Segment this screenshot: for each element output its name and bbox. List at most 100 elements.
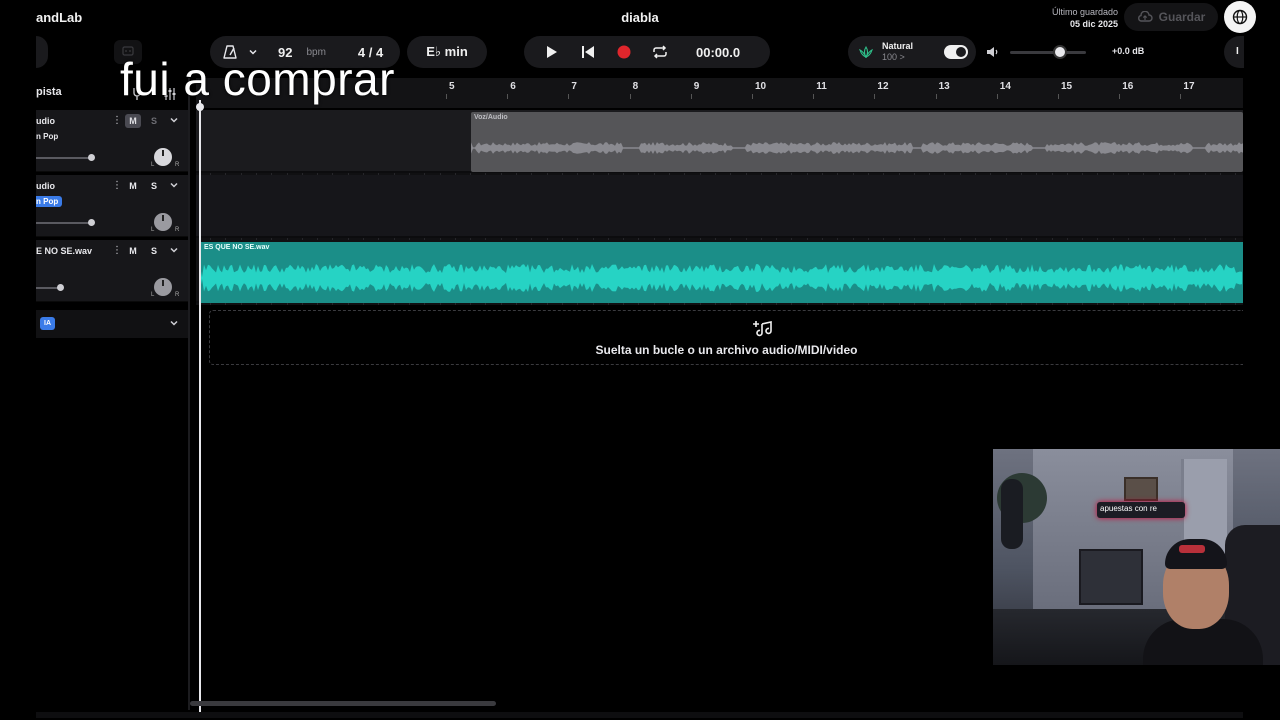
horizontal-scrollbar[interactable] <box>190 701 496 706</box>
pan-right-label: R <box>175 292 180 298</box>
track-header-2[interactable]: udio ⋮ M S n Pop L R <box>36 175 188 237</box>
ruler-bar-number: 9 <box>693 81 700 92</box>
ruler-bar-number: 16 <box>1122 81 1134 92</box>
video-caption: fui a comprar <box>120 53 395 105</box>
track-preset[interactable]: n Pop <box>36 196 63 207</box>
webcam-shelf <box>1079 549 1143 605</box>
pan-knob[interactable] <box>154 148 172 166</box>
ruler-tick <box>1119 94 1121 99</box>
solo-button[interactable]: S <box>146 179 162 193</box>
save-button[interactable]: Guardar <box>1124 3 1218 31</box>
volume-slider-handle[interactable] <box>1053 45 1067 59</box>
ruler-bar-number: 6 <box>510 81 516 92</box>
language-button[interactable] <box>1224 1 1256 33</box>
audio-clip-voz[interactable]: Voz/Audio <box>471 112 1243 172</box>
track-header-1[interactable]: udio ⋮ M S n Pop L R <box>36 110 188 172</box>
pan-knob[interactable] <box>154 278 172 296</box>
mute-button[interactable]: M <box>125 179 141 193</box>
play-icon <box>547 46 557 58</box>
ruler-bar-number: 17 <box>1183 81 1195 92</box>
ruler-tick <box>568 94 570 99</box>
skip-back-icon <box>582 46 594 58</box>
ruler-tick <box>874 94 876 99</box>
ruler-bar-number: 8 <box>632 81 639 92</box>
chevron-down-icon[interactable] <box>168 114 180 126</box>
track-volume-slider[interactable] <box>36 157 92 159</box>
ruler-tick <box>629 94 631 99</box>
chevron-down-icon[interactable] <box>168 317 180 329</box>
cloud-upload-icon <box>1137 11 1153 22</box>
pan-left-label: L <box>151 162 155 168</box>
mute-button[interactable]: M <box>125 114 141 128</box>
ruler-tick <box>935 94 937 99</box>
clip-waveform <box>200 264 1242 292</box>
ruler-bar-number: 10 <box>755 81 767 92</box>
ai-badge: IA <box>40 317 55 330</box>
pan-knob[interactable] <box>154 213 172 231</box>
effect-toggle[interactable] <box>944 45 968 59</box>
ruler-tick <box>813 94 815 99</box>
webcam-picture-frame <box>1124 477 1158 501</box>
solo-button[interactable]: S <box>146 244 162 258</box>
lotus-icon <box>859 46 873 58</box>
ruler-tick <box>507 94 509 99</box>
rewind-button[interactable] <box>570 36 606 68</box>
ruler-bar-number: 15 <box>1061 81 1073 92</box>
track-volume-handle[interactable] <box>88 219 95 226</box>
track-volume-handle[interactable] <box>88 154 95 161</box>
last-saved-info: Último guardado 05 dic 2025 <box>1030 6 1118 30</box>
playhead[interactable] <box>199 100 201 712</box>
more-vertical-icon[interactable]: ⋮ <box>112 180 122 191</box>
pan-left-label: L <box>151 292 155 298</box>
solo-button[interactable]: S <box>146 114 162 128</box>
track-header-3[interactable]: E NO SE.wav ⋮ M S L R <box>36 240 188 302</box>
save-button-label: Guardar <box>1158 10 1206 24</box>
track-volume-handle[interactable] <box>57 284 64 291</box>
drop-zone[interactable]: Suelta un bucle o un archivo audio/MIDI/… <box>209 310 1243 365</box>
ruler-bar-number: 7 <box>571 81 577 92</box>
pan-right-label: R <box>175 227 180 233</box>
pan-left-label: L <box>151 227 155 233</box>
record-button[interactable] <box>606 36 642 68</box>
chevron-down-icon[interactable] <box>168 244 180 256</box>
transport-controls: 00:00.0 <box>524 36 770 68</box>
right-panel-button[interactable]: I <box>1224 36 1244 68</box>
ruler-bar-number: 13 <box>938 81 950 92</box>
ruler-tick <box>752 94 753 99</box>
chevron-down-icon[interactable] <box>168 179 180 191</box>
track-preset[interactable]: n Pop <box>36 131 62 142</box>
sidebar-toggle-button[interactable] <box>36 36 48 68</box>
panel-divider[interactable] <box>188 78 190 710</box>
last-saved-date: 05 dic 2025 <box>1069 19 1118 29</box>
add-track-button[interactable]: pista <box>36 86 62 98</box>
track-name[interactable]: udio <box>36 181 55 191</box>
mute-button[interactable]: M <box>125 244 141 258</box>
ai-section[interactable]: IA <box>36 310 188 338</box>
ruler-tick <box>446 94 447 99</box>
track-name[interactable]: udio <box>36 116 55 126</box>
key-selector[interactable]: E♭ min <box>407 36 487 68</box>
webcam-microphone <box>1001 479 1023 549</box>
track-name[interactable]: E NO SE.wav <box>36 246 92 256</box>
ruler-bar-number: 12 <box>877 81 889 92</box>
more-vertical-icon[interactable]: ⋮ <box>112 115 122 126</box>
ruler-tick <box>996 94 998 99</box>
play-button[interactable] <box>534 36 570 68</box>
master-volume-db: +0.0 dB <box>1112 46 1145 56</box>
loop-button[interactable] <box>642 36 678 68</box>
track-volume-slider[interactable] <box>36 222 92 224</box>
track-lane-2[interactable] <box>196 175 1243 238</box>
audio-clip-es-que-no-se[interactable]: ES QUE NO SE.wav <box>200 242 1243 303</box>
ruler-bar-number: 14 <box>999 81 1011 92</box>
master-effects[interactable]: Natural 100 > <box>848 36 976 68</box>
effect-name: Natural <box>882 41 914 51</box>
app-brand: andLab <box>36 10 83 25</box>
more-vertical-icon[interactable]: ⋮ <box>112 245 122 256</box>
effect-amount[interactable]: 100 > <box>882 52 913 63</box>
record-icon <box>617 45 631 59</box>
music-note-add-icon <box>753 321 772 337</box>
arrangement-view[interactable]: Voz/Audio ES QUE NO SE.wav <box>196 110 1243 305</box>
volume-slider-track[interactable] <box>1010 51 1086 54</box>
speaker-icon[interactable] <box>986 46 1000 58</box>
ruler-tick <box>1180 94 1182 99</box>
